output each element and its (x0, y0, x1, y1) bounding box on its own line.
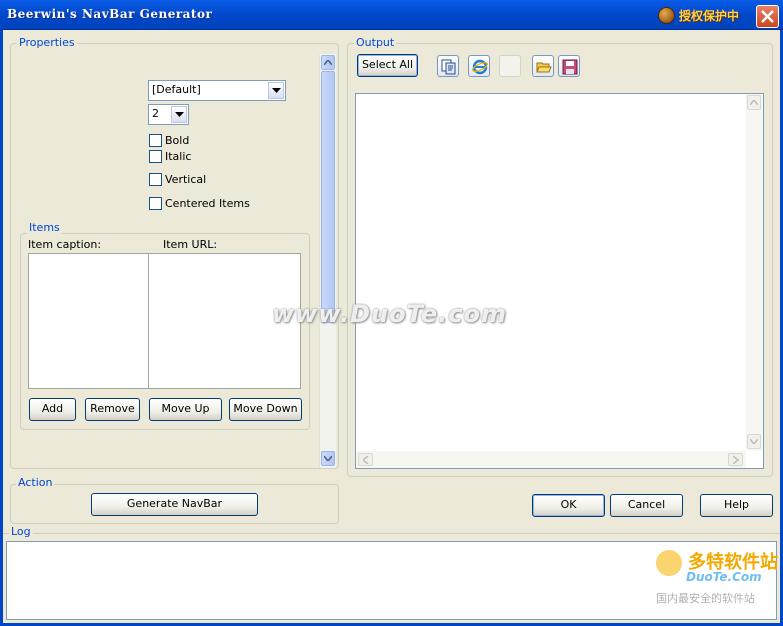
scroll-up-button[interactable] (321, 55, 335, 70)
license-badge-text: 授权保护中 (679, 9, 740, 23)
cancel-button[interactable]: Cancel (610, 494, 683, 517)
centered-items-label: Centered Items (165, 197, 250, 210)
log-group-label: Log (9, 525, 33, 538)
scroll-down-button[interactable] (321, 451, 335, 466)
move-down-button[interactable]: Move Down (229, 398, 302, 421)
item-caption-header: Item caption: (28, 238, 102, 251)
item-url-header: Item URL: (163, 238, 218, 251)
chevron-down-icon (175, 112, 184, 117)
watermark-corner-tagline: 国内最安全的软件站 (656, 592, 755, 605)
help-button[interactable]: Help (700, 494, 773, 517)
watermark-mascot-icon (656, 550, 682, 576)
font-select-value: [Default] (152, 83, 201, 96)
scroll-left-button[interactable] (358, 453, 373, 466)
disabled-tool-button[interactable] (499, 55, 521, 77)
license-badge-icon (658, 7, 675, 24)
open-folder-icon (536, 62, 552, 73)
save-button[interactable] (558, 55, 580, 77)
vertical-checkbox[interactable] (149, 173, 162, 186)
window-title: Beerwin's NavBar Generator (7, 7, 213, 21)
vertical-label: Vertical (165, 173, 207, 186)
ok-button[interactable]: OK (532, 494, 605, 517)
size-select-dropdown-button[interactable] (171, 106, 187, 123)
italic-checkbox[interactable] (149, 150, 162, 163)
italic-label: Italic (165, 150, 192, 163)
size-select-value: 2 (152, 107, 159, 120)
chevron-up-icon (750, 100, 758, 105)
bold-checkbox[interactable] (149, 134, 162, 147)
properties-group-label: Properties (17, 36, 77, 49)
chevron-left-icon (363, 456, 369, 464)
centered-items-checkbox[interactable] (149, 197, 162, 210)
copy-icon (441, 59, 456, 75)
window-border-left (0, 30, 3, 626)
scroll-right-button[interactable] (728, 453, 743, 466)
output-textarea[interactable] (355, 93, 764, 469)
chevron-up-icon (324, 60, 332, 65)
remove-button[interactable]: Remove (85, 398, 140, 421)
preview-in-browser-button[interactable] (468, 55, 490, 77)
ie-browser-icon (472, 59, 488, 75)
move-up-button[interactable]: Move Up (149, 398, 222, 421)
font-select[interactable]: [Default] (148, 80, 286, 101)
log-divider (3, 533, 780, 534)
item-caption-list[interactable] (28, 253, 149, 389)
chevron-down-icon (750, 439, 758, 444)
properties-scrollbar[interactable] (319, 54, 336, 468)
size-select[interactable]: 2 (148, 104, 189, 125)
title-bar[interactable]: Beerwin's NavBar Generator 授权保护中 (0, 0, 783, 30)
add-button[interactable]: Add (29, 398, 76, 421)
scroll-down-button[interactable] (747, 434, 761, 449)
generate-navbar-button[interactable]: Generate NavBar (91, 493, 258, 516)
chevron-down-icon (272, 88, 281, 93)
scroll-up-button[interactable] (747, 95, 761, 110)
select-all-button[interactable]: Select All (357, 54, 418, 77)
scroll-thumb[interactable] (321, 71, 335, 323)
output-vertical-scrollbar[interactable] (746, 94, 763, 451)
open-button[interactable] (532, 55, 554, 77)
action-group-label: Action (16, 476, 55, 489)
copy-button[interactable] (437, 55, 459, 77)
chevron-right-icon (733, 456, 739, 464)
bold-label: Bold (165, 134, 190, 147)
chevron-down-icon (324, 456, 332, 461)
output-horizontal-scrollbar[interactable] (356, 451, 746, 468)
items-group-label: Items (27, 221, 62, 234)
watermark-corner: 多特软件站 DuoTe.Com 国内最安全的软件站 (656, 548, 778, 608)
watermark-center: www.DuoTe.com (272, 300, 507, 328)
save-disk-icon (562, 59, 578, 75)
watermark-corner-site: DuoTe.Com (686, 570, 762, 584)
close-button[interactable] (756, 5, 779, 28)
close-icon (761, 10, 774, 23)
font-select-dropdown-button[interactable] (268, 82, 284, 99)
output-group-label: Output (354, 36, 397, 49)
